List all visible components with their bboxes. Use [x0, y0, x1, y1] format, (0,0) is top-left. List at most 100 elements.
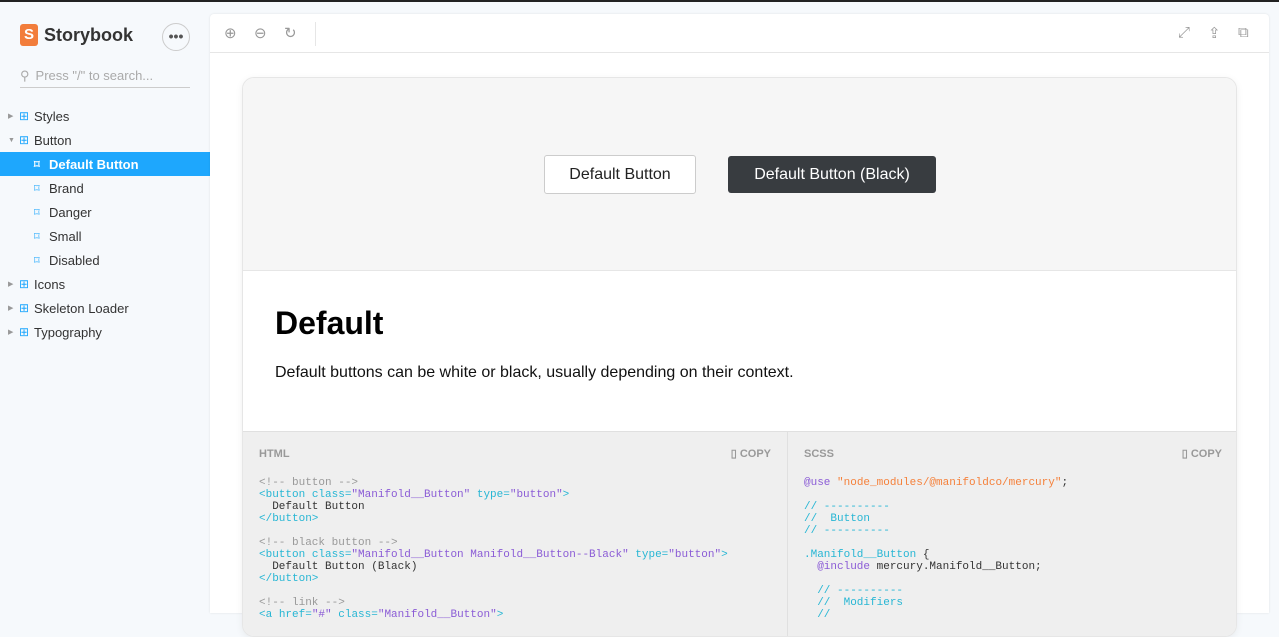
- html-copy-button[interactable]: ▯ COPY: [731, 448, 771, 460]
- sidebar-item-label: Danger: [49, 204, 92, 220]
- code-line: <!-- black button -->: [259, 537, 771, 549]
- code-token: <button: [259, 549, 312, 561]
- code-line: Default Button (Black): [259, 561, 771, 573]
- default-black-button[interactable]: Default Button (Black): [728, 156, 936, 193]
- code-token: <!-- link -->: [259, 597, 345, 609]
- code-line: @include mercury.Manifold__Button;: [804, 561, 1222, 573]
- copy-label: COPY: [739, 448, 771, 460]
- code-token: "node_modules/@manifoldco/mercury": [837, 477, 1062, 489]
- code-token: "Manifold__Button": [351, 489, 471, 501]
- storybook-logo[interactable]: S Storybook: [20, 24, 133, 46]
- sidebar-item[interactable]: ⌑ Disabled: [0, 248, 210, 272]
- sidebar-item[interactable]: ⌑ Danger: [0, 200, 210, 224]
- docs-title: Default: [275, 305, 384, 341]
- toolbar: ⊕ ⊖ ↻ ⤢ ⇪ ⧉: [210, 14, 1269, 53]
- caret-right-icon: ▶: [8, 281, 14, 288]
- code-line: <button class="Manifold__Button" type="b…: [259, 489, 771, 501]
- fullscreen-icon[interactable]: ⤢: [1178, 24, 1190, 41]
- more-options-button[interactable]: •••: [162, 23, 190, 51]
- code-token: Default Button (Black): [259, 561, 418, 573]
- sidebar-item-label: Default Button: [49, 156, 139, 172]
- code-line: <button class="Manifold__Button Manifold…: [259, 549, 771, 561]
- sidebar-item[interactable]: ▶ ⊞ Skeleton Loader: [0, 296, 210, 320]
- sidebar-item-label: Typography: [34, 324, 102, 340]
- code-token: class=: [311, 549, 352, 561]
- toolbar-divider: [315, 22, 316, 46]
- component-icon: ⊞: [19, 301, 30, 315]
- search-input[interactable]: ⚲ Press "/" to search...: [20, 64, 190, 88]
- sidebar-item-label: Small: [49, 228, 82, 244]
- code-token: {: [916, 549, 930, 561]
- code-token: >: [562, 489, 570, 501]
- bookmark-icon: ⌑: [34, 182, 40, 195]
- docs-description: Default buttons can be white or black, u…: [275, 364, 794, 381]
- sidebar-item[interactable]: ▶ ⊞ Icons: [0, 272, 210, 296]
- scss-pane-title: SCSS: [804, 448, 834, 460]
- sidebar-item-label: Disabled: [49, 252, 100, 268]
- scss-copy-button[interactable]: ▯ COPY: [1182, 448, 1222, 460]
- code-token: <!-- black button -->: [259, 537, 398, 549]
- code-token: mercury.Manifold__Button;: [870, 561, 1042, 573]
- sidebar-item[interactable]: ▼ ⊞ Button: [0, 128, 210, 152]
- code-token: @use: [804, 477, 838, 489]
- sidebar-item[interactable]: ▶ ⊞ Typography: [0, 320, 210, 344]
- code-token: // ----------: [804, 525, 890, 537]
- code-line: <!-- button -->: [259, 477, 771, 489]
- code-token: <!-- button -->: [259, 477, 359, 489]
- code-line: // ----------: [804, 501, 1222, 513]
- caret-right-icon: ▶: [8, 305, 14, 312]
- caret-right-icon: ▶: [8, 329, 14, 336]
- scss-code-pane: SCSS ▯ COPY @use "node_modules/@manifold…: [788, 432, 1236, 636]
- clipboard-icon: ▯: [1181, 448, 1191, 460]
- app-title: Storybook: [44, 24, 134, 45]
- code-line: @use "node_modules/@manifoldco/mercury";: [804, 477, 1222, 489]
- zoom-out-icon[interactable]: ⊖: [254, 24, 267, 42]
- component-icon: ⊞: [19, 325, 30, 339]
- html-code-pane: HTML ▯ COPY <!-- button --> <button class…: [243, 432, 788, 636]
- code-token: "button": [509, 489, 563, 501]
- code-token: <button: [259, 489, 312, 501]
- main-panel: ⊕ ⊖ ↻ ⤢ ⇪ ⧉ Default Button Default Butto…: [210, 14, 1269, 637]
- zoom-in-icon[interactable]: ⊕: [224, 24, 237, 42]
- bookmark-icon: ⌑: [34, 230, 40, 243]
- default-button[interactable]: Default Button: [544, 155, 696, 194]
- sidebar-item[interactable]: ⌑ Brand: [0, 176, 210, 200]
- share-icon[interactable]: ⇪: [1208, 24, 1221, 42]
- code-token: </button>: [259, 513, 319, 525]
- reset-zoom-icon[interactable]: ↻: [284, 24, 297, 42]
- code-token: </button>: [259, 573, 319, 585]
- code-token: // ----------: [804, 585, 904, 597]
- code-line: </button>: [259, 573, 771, 585]
- docs-card: Default Button Default Button (Black) De…: [242, 77, 1237, 637]
- sidebar-item[interactable]: ⌑ Default Button: [0, 152, 210, 176]
- code-token: @include: [804, 561, 871, 573]
- sidebar-item-label: Brand: [49, 180, 84, 196]
- code-line: Default Button: [259, 501, 771, 513]
- sidebar: S Storybook ••• ⚲ Press "/" to search...…: [0, 2, 210, 613]
- sidebar-item[interactable]: ▶ ⊞ Styles: [0, 104, 210, 128]
- code-line: // Button: [804, 513, 1222, 525]
- code-token: type=: [470, 489, 510, 501]
- sidebar-item-label: Button: [34, 132, 72, 148]
- code-line: // ----------: [804, 525, 1222, 537]
- component-icon: ⊞: [19, 109, 30, 123]
- sidebar-item[interactable]: ⌑ Small: [0, 224, 210, 248]
- bookmark-icon: ⌑: [34, 254, 40, 267]
- bookmark-icon: ⌑: [34, 158, 40, 171]
- html-pane-title: HTML: [259, 448, 290, 460]
- code-line: <!-- link -->: [259, 597, 771, 609]
- code-line: // ----------: [804, 585, 1222, 597]
- copy-link-icon[interactable]: ⧉: [1238, 24, 1249, 41]
- code-token: // Button: [804, 513, 871, 525]
- html-code: <!-- button --> <button class="Manifold__…: [259, 477, 771, 621]
- code-token: // Modifiers: [804, 597, 904, 609]
- docs-section: Default Default buttons can be white or …: [243, 271, 1236, 431]
- code-token: "Manifold__Button Manifold__Button--Blac…: [351, 549, 629, 561]
- code-token: Default Button: [259, 501, 365, 513]
- code-token: ;: [1061, 477, 1069, 489]
